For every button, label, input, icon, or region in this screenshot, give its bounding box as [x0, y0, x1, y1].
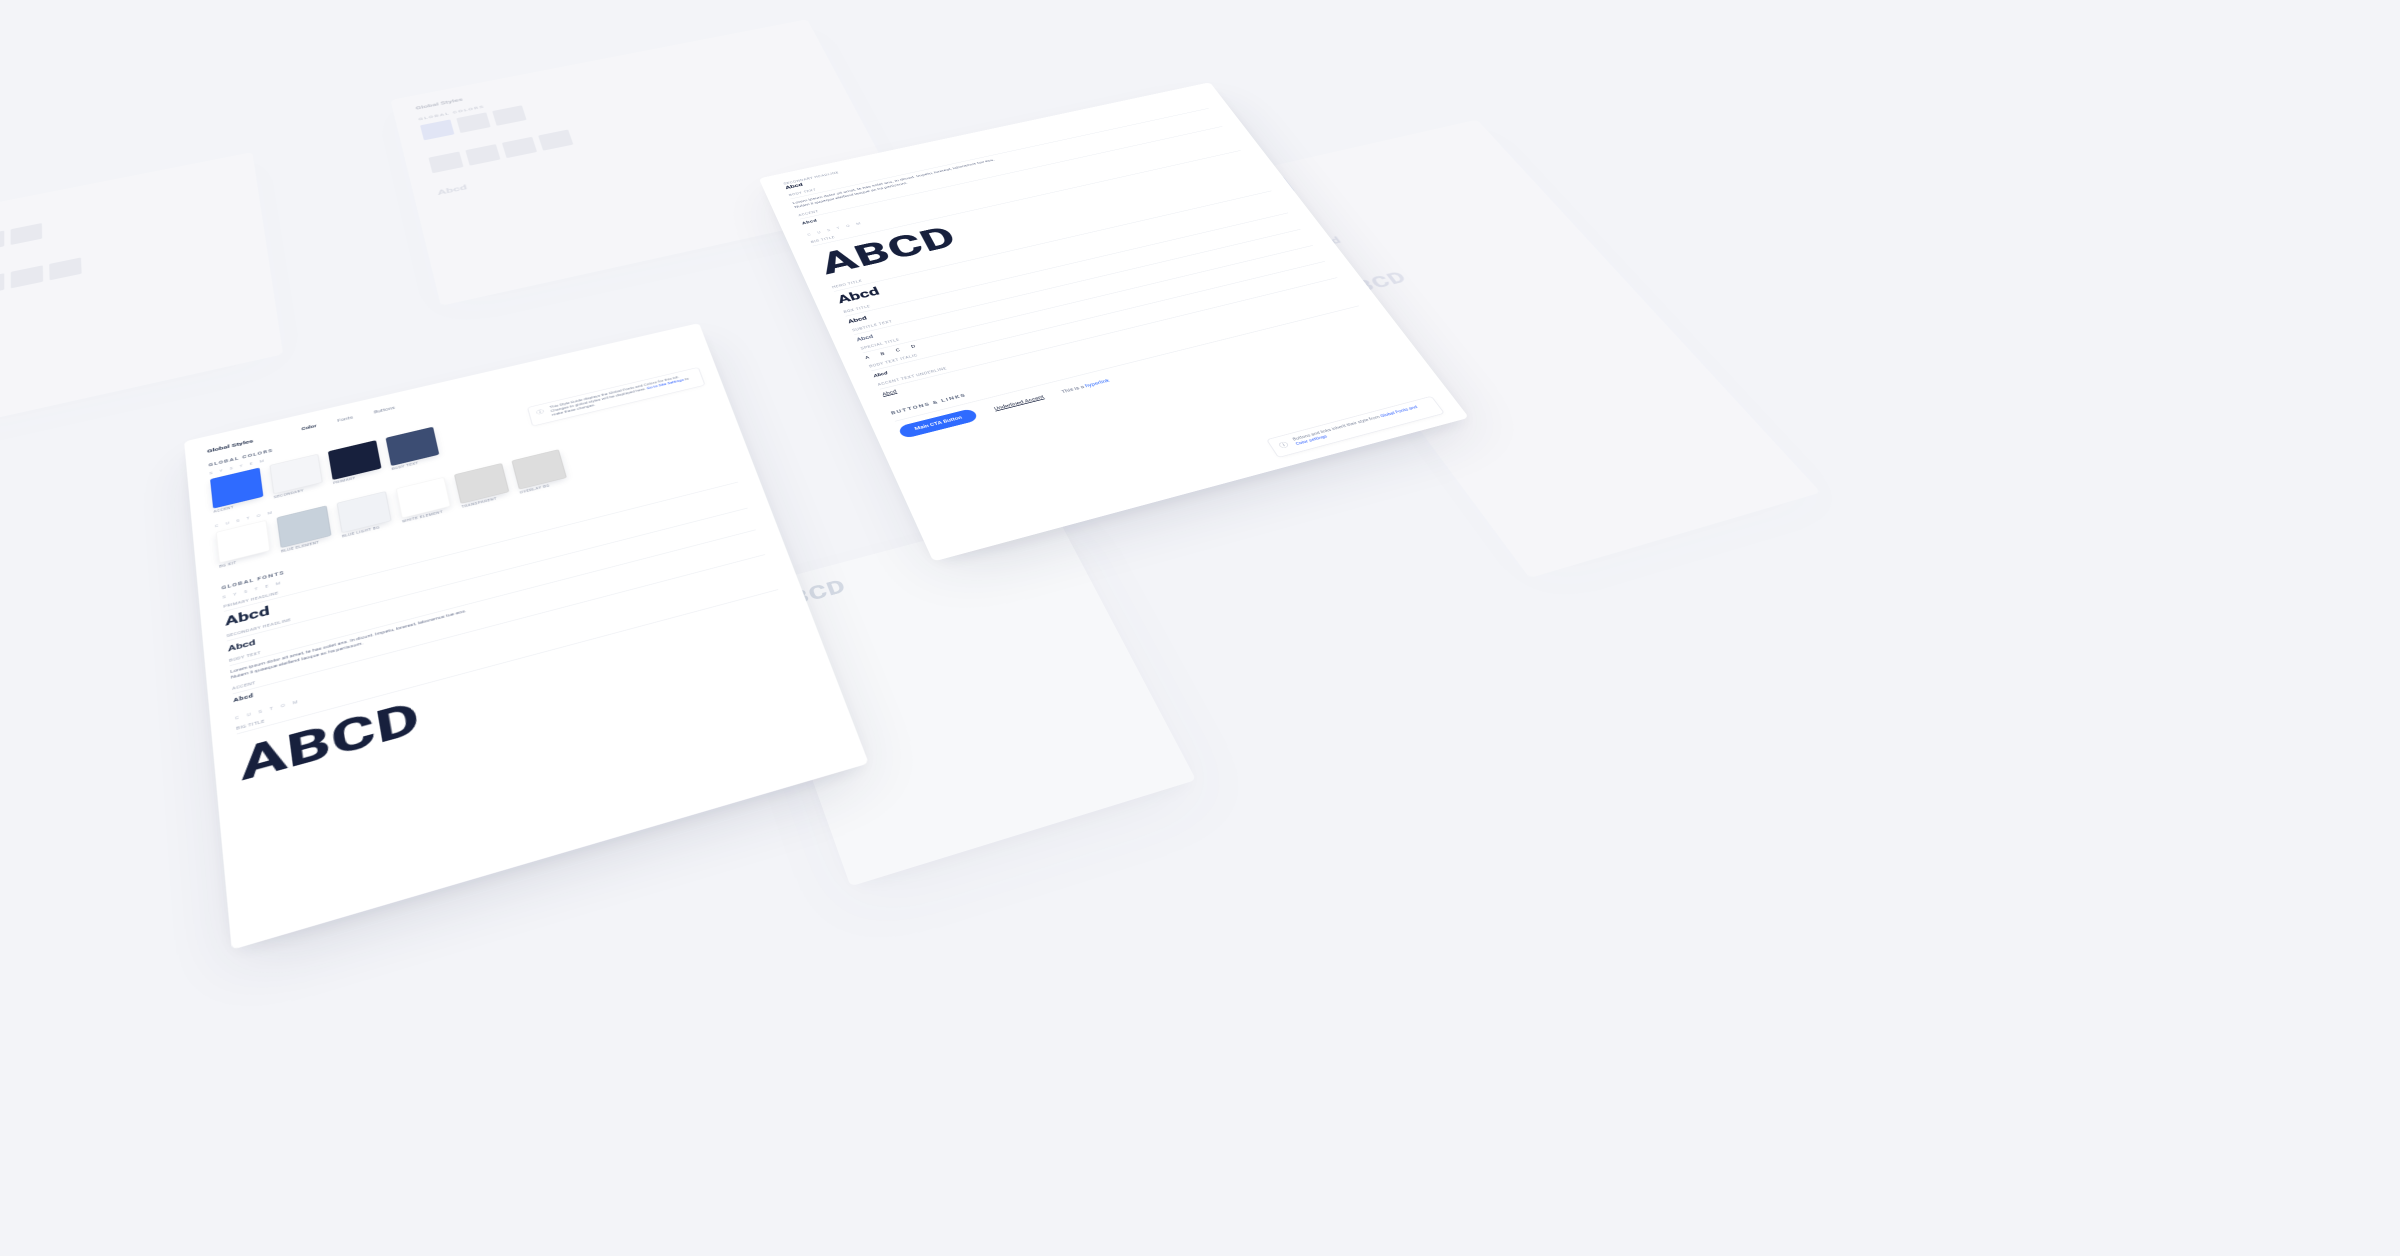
color-swatch[interactable]: BODY TEXT	[386, 427, 441, 472]
page-title: Global Styles	[207, 438, 254, 455]
hyperlink[interactable]: hyperlink	[1084, 378, 1110, 388]
color-swatch[interactable]: PRIMARY	[328, 440, 383, 485]
styleguide-colors-card: Global Styles Color Fonts Buttons This S…	[184, 323, 869, 950]
main-cta-button[interactable]: Main CTA Button	[897, 408, 979, 439]
tab-color[interactable]: Color	[301, 424, 317, 434]
color-swatch[interactable]: ACCENT	[210, 468, 264, 514]
color-swatch[interactable]: WHITE ELEMENT	[396, 477, 452, 524]
color-swatch[interactable]: SECONDARY	[269, 454, 323, 500]
callout-buttons-text: Buttons and links inherit their style fr…	[1292, 415, 1383, 442]
color-swatch[interactable]: BLUE LIGHT BG	[337, 491, 393, 539]
callout-buttons-link[interactable]: Global Fonts and Color settings	[1295, 405, 1419, 446]
tab-buttons[interactable]: Buttons	[373, 405, 395, 416]
page-title: Global Styles	[415, 97, 463, 111]
inline-link-sample: This is a hyperlink	[1060, 378, 1110, 394]
underlined-accent-link[interactable]: Underlined Accent	[993, 394, 1045, 411]
bg-card-far-left	[0, 152, 283, 430]
color-swatch[interactable]: TRANSPARENT	[454, 463, 511, 509]
tab-fonts[interactable]: Fonts	[337, 415, 354, 425]
info-callout-buttons: Buttons and links inherit their style fr…	[1266, 396, 1445, 458]
color-swatch[interactable]: BG KIT	[216, 520, 272, 569]
color-swatch[interactable]: BLUE ELEMENT	[277, 505, 333, 553]
color-swatch[interactable]: OVERLAY BG	[511, 449, 568, 495]
